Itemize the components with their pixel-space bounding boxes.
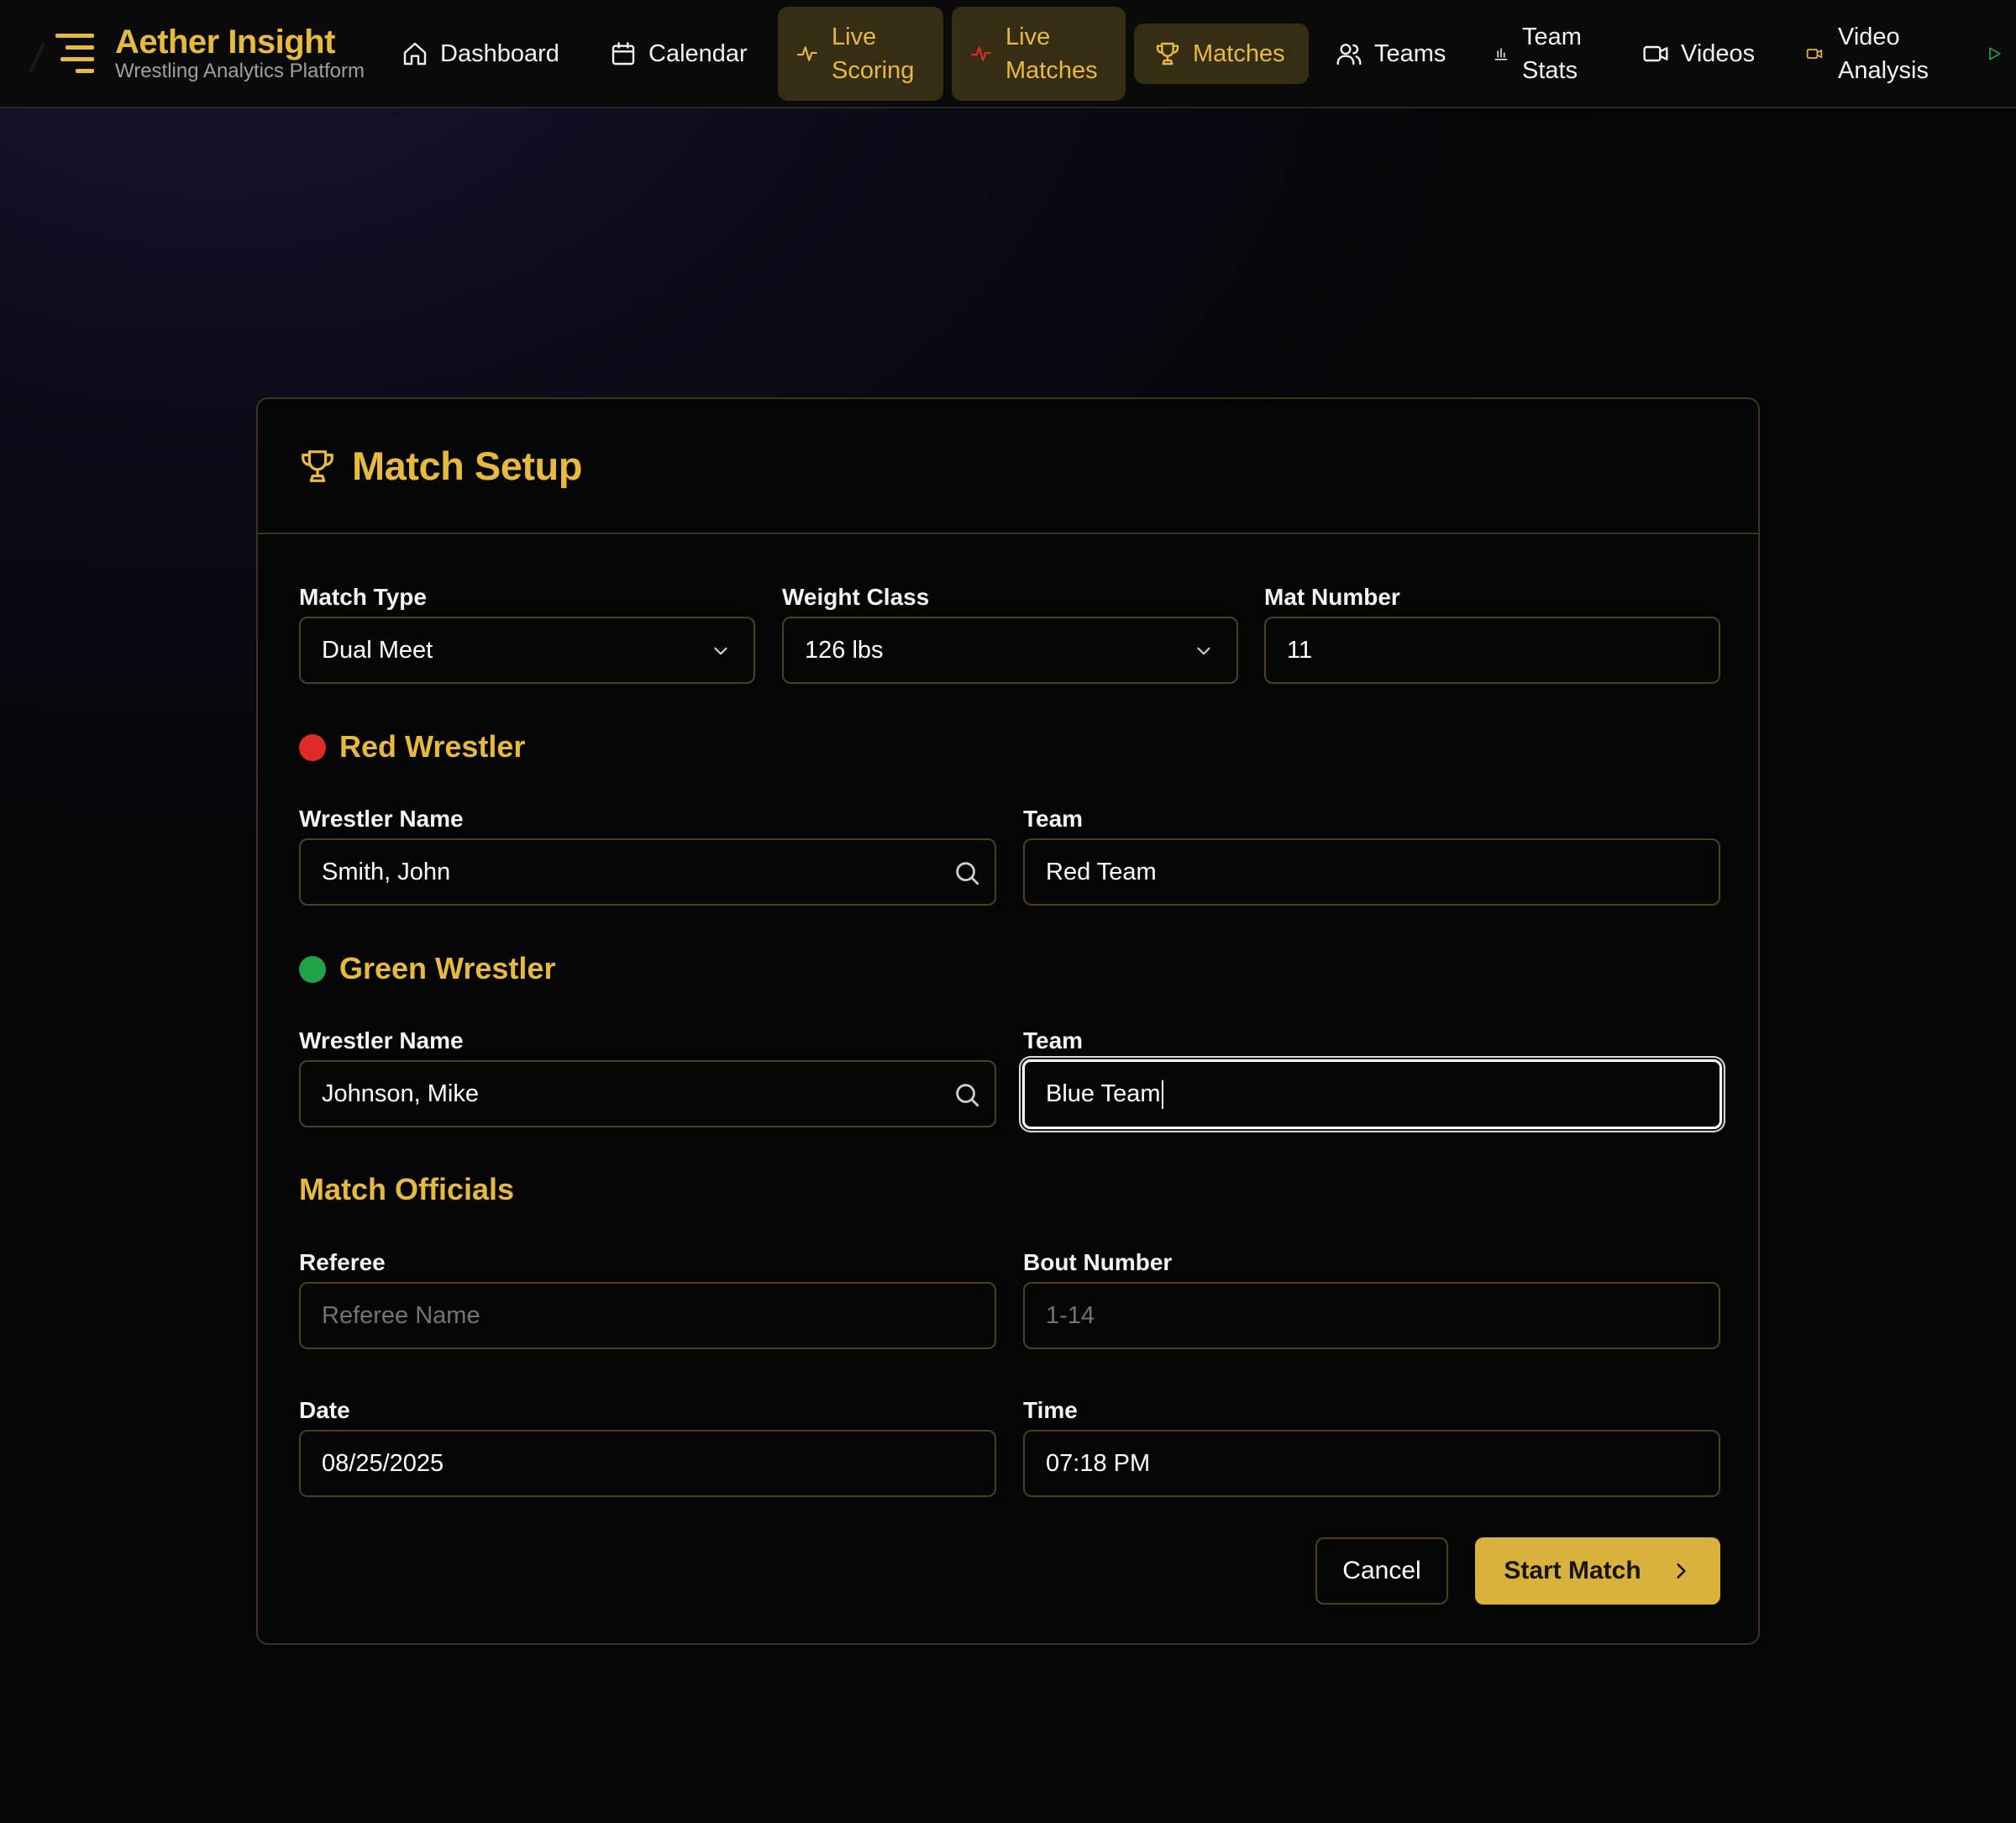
home-icon [403,42,427,66]
chevron-down-icon [714,647,727,655]
video-icon [1806,49,1823,59]
red-team-value: Red Team [1046,858,1157,885]
start-match-button-label: Start Match [1504,1557,1641,1584]
nav-dashboard-label: Dashboard [440,39,559,67]
nav-live-scoring-label-2: Scoring [832,57,915,84]
nav-live-scoring[interactable]: Live Scoring [778,7,943,101]
green-wrestler-name-label: Wrestler Name [299,1027,464,1053]
chevron-right-icon [1677,1563,1686,1579]
users-icon [1336,44,1362,66]
nav-video-analysis-label-2: Analysis [1838,57,1929,84]
nav-dashboard[interactable]: Dashboard [402,7,559,101]
match-officials-heading: Match Officials [299,1172,515,1206]
mat-number-label: Mat Number [1264,584,1400,610]
match-type-select[interactable]: Dual Meet [299,617,755,684]
time-input[interactable]: 07:18 PM [1023,1430,1720,1497]
date-label: Date [299,1397,350,1423]
green-team-input[interactable]: Blue Team [1022,1059,1722,1129]
nav-teams[interactable]: Teams [1336,7,1446,101]
green-wrestler-name-input[interactable]: Johnson, Mike [299,1060,996,1127]
trophy-icon [1156,42,1179,66]
match-type-value: Dual Meet [322,636,433,664]
red-team-label: Team [1023,806,1084,832]
trophy-icon [302,450,333,482]
nav-team-stats[interactable]: Team Stats [1494,7,1582,101]
red-wrestler-name-value: Smith, John [322,858,451,885]
search-icon[interactable] [953,1080,981,1109]
nav-live-matches-label-2: Matches [1005,57,1098,84]
video-icon [1643,45,1668,62]
match-type-label: Match Type [299,584,427,610]
activity-icon [797,46,817,61]
red-wrestler-name-input[interactable]: Smith, John [299,838,996,906]
match-setup-card: Match Setup Match Type Dual Meet Weight … [256,397,1760,1645]
weight-class-label: Weight Class [782,584,930,610]
nav-calendar[interactable]: Calendar [610,7,748,101]
referee-placeholder: Referee Name [322,1301,480,1329]
green-wrestler-name-value: Johnson, Mike [322,1080,479,1107]
weight-class-select[interactable]: 126 lbs [782,617,1238,684]
top-navigation: Aether Insight Wrestling Analytics Platf… [0,0,2016,108]
nav-team-stats-label-2: Stats [1522,57,1578,84]
start-match-button[interactable]: Start Match [1475,1537,1720,1605]
cancel-button[interactable]: Cancel [1315,1537,1448,1605]
brand-subtitle: Wrestling Analytics Platform [115,60,365,82]
cancel-button-label: Cancel [1342,1557,1421,1584]
calendar-icon [612,42,635,66]
bout-number-label: Bout Number [1023,1249,1173,1275]
nav-team-stats-label-1: Team [1522,24,1582,50]
date-input[interactable]: 08/25/2025 [299,1430,996,1497]
chevron-down-icon [1197,647,1210,655]
nav-videos-label: Videos [1681,39,1756,67]
red-team-input[interactable]: Red Team [1023,838,1720,906]
card-header: Match Setup [258,399,1758,534]
nav-live-matches[interactable]: Live Matches [952,7,1126,101]
date-value: 08/25/2025 [322,1449,444,1477]
mat-number-input[interactable]: 11 [1264,617,1720,684]
nav-videos[interactable]: Videos [1642,7,1755,101]
weight-class-value: 126 lbs [805,636,884,664]
aether-logo-icon [28,34,94,74]
green-team-label: Team [1023,1027,1084,1053]
referee-input[interactable]: Referee Name [299,1282,996,1349]
green-team-value: Blue Team [1046,1080,1161,1107]
bout-number-placeholder: 1-14 [1046,1301,1095,1329]
time-label: Time [1023,1397,1078,1423]
red-wrestler-name-label: Wrestler Name [299,806,464,832]
nav-video-analysis-label-1: Video [1838,24,1900,50]
green-corner-dot [299,956,326,983]
brand-title: Aether Insight [115,24,335,60]
nav-calendar-label: Calendar [648,39,748,67]
mat-number-value: 11 [1287,636,1313,664]
nav-live-scoring-label-1: Live [832,24,877,50]
nav-video-analysis[interactable]: Video Analysis [1806,7,1929,101]
green-wrestler-heading: Green Wrestler [339,951,556,985]
bout-number-input[interactable]: 1-14 [1023,1282,1720,1349]
nav-matches-label: Matches [1193,39,1285,67]
activity-icon [971,46,991,61]
page-title: Match Setup [352,444,582,488]
nav-live-matches-label-1: Live [1005,24,1051,50]
search-icon[interactable] [953,859,981,887]
text-cursor [1161,1080,1163,1109]
play-icon [1989,47,2001,60]
time-value: 07:18 PM [1046,1449,1151,1477]
red-wrestler-heading: Red Wrestler [339,729,526,764]
referee-label: Referee [299,1249,386,1275]
bar-chart-icon [1494,48,1508,60]
red-corner-dot [299,734,326,761]
nav-more[interactable] [1986,7,2003,101]
nav-matches[interactable]: Matches [1134,24,1309,84]
nav-teams-label: Teams [1374,39,1446,67]
